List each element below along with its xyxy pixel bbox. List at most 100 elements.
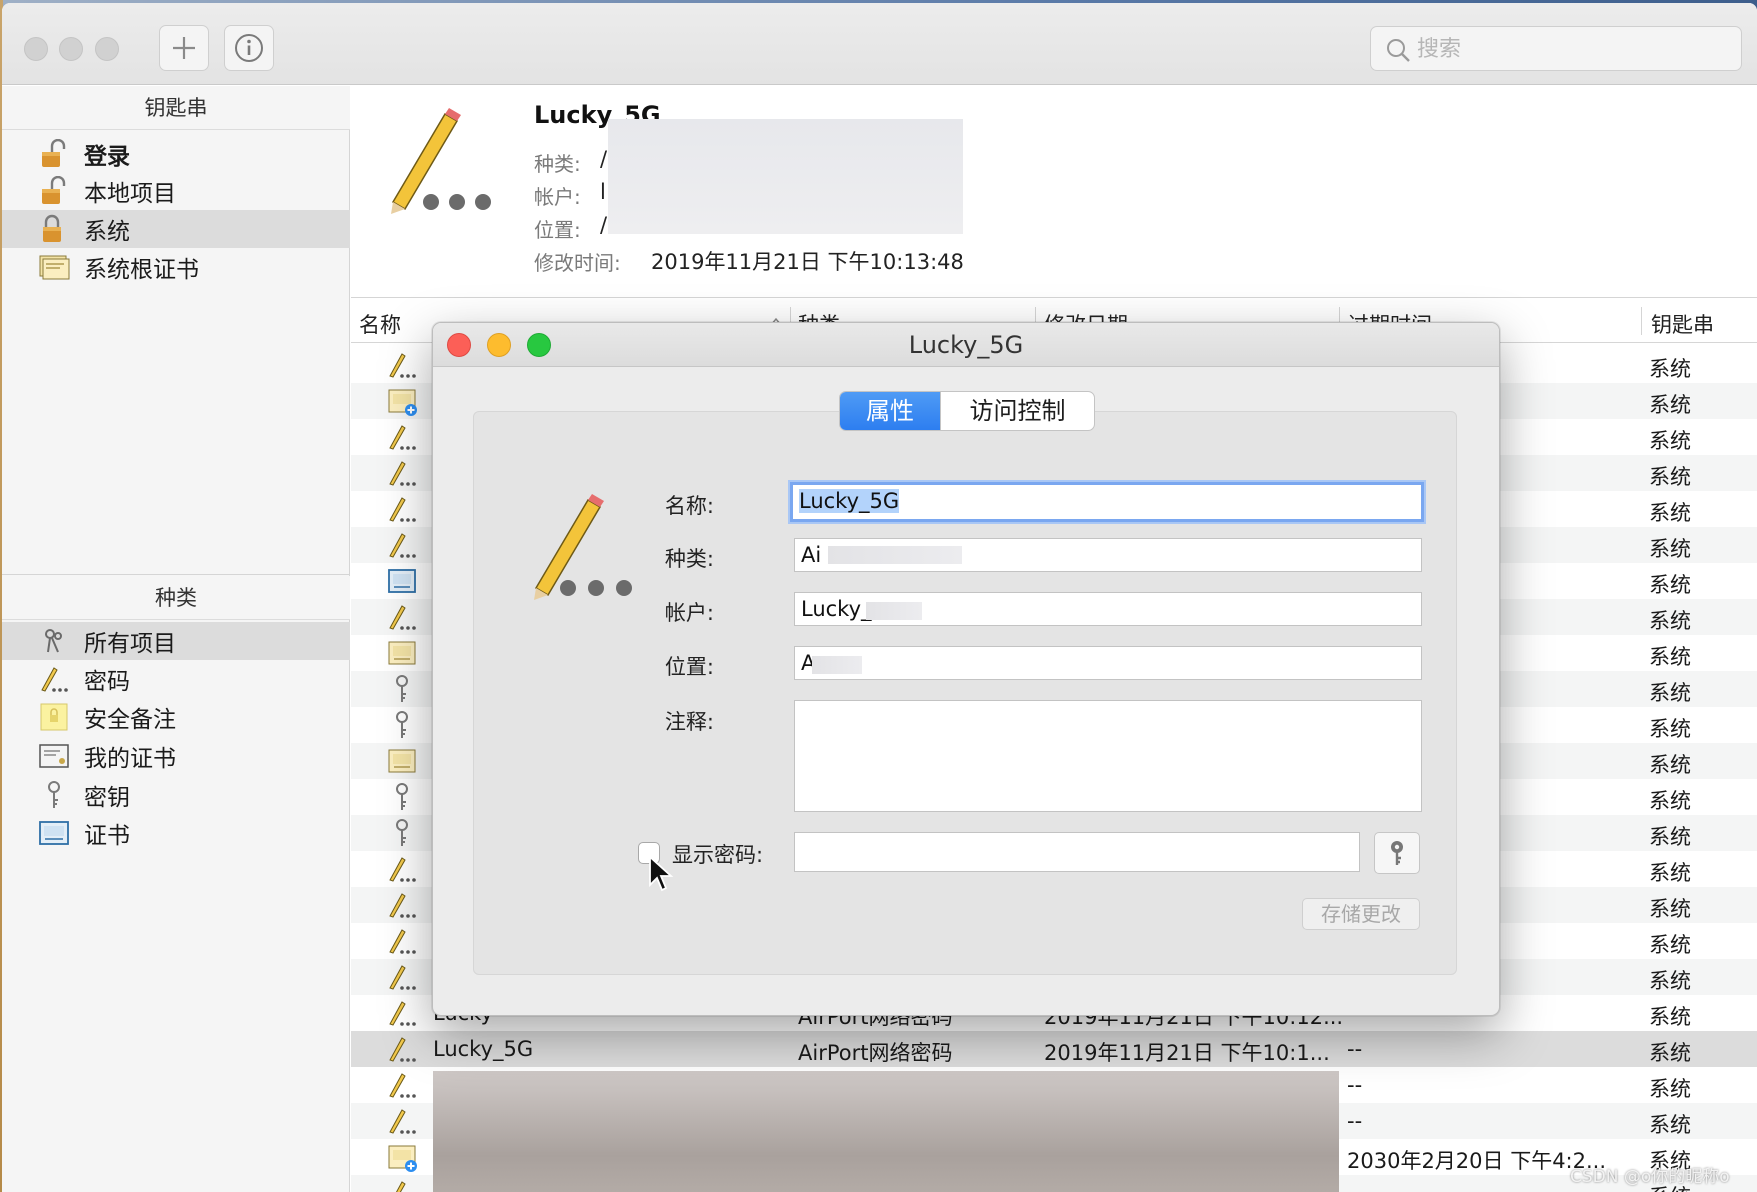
redaction-block [828, 546, 962, 564]
redaction-block [433, 1071, 1339, 1192]
cell-kind: AirPort网络密码 [798, 1041, 953, 1065]
key-icon [1391, 841, 1403, 865]
cell-keychain: 系统 [1649, 1113, 1691, 1137]
cell-keychain: 系统 [1649, 681, 1691, 705]
table-row[interactable]: Lucky_5G AirPort网络密码 2019年11月21日 下午10:1...… [351, 1031, 1757, 1067]
sidebar-item-secure-notes[interactable]: 安全备注 [2, 698, 350, 736]
cell-keychain: 系统 [1649, 537, 1691, 561]
cell-keychain: 系统 [1649, 897, 1691, 921]
password-icon [389, 533, 416, 558]
password-icon [389, 353, 416, 378]
password-assistant-button[interactable] [1374, 832, 1420, 874]
password-icon [389, 1109, 416, 1134]
item-info-dialog: Lucky_5G 名称: Lucky_5G 种类: Ai 帐户: Lucky_ … [432, 322, 1500, 1016]
cell-keychain: 系统 [1649, 501, 1691, 525]
tab-access-control[interactable]: 访问控制 [940, 392, 1094, 430]
info-icon [235, 34, 263, 62]
cell-keychain: 系统 [1649, 969, 1691, 993]
cell-keychain: 系统 [1649, 753, 1691, 777]
cell-keychain: 系统 [1649, 393, 1691, 417]
sidebar-item-all-items[interactable]: 所有项目 [2, 622, 350, 660]
sidebar-item-passwords[interactable]: 密码 [2, 660, 350, 698]
cell-keychain: 系统 [1649, 789, 1691, 813]
sidebar-item-keys[interactable]: 密钥 [2, 776, 350, 814]
key-icon [48, 781, 60, 808]
cell-name: Lucky_5G [433, 1037, 534, 1061]
certificate-plus-icon [388, 1145, 417, 1172]
search-icon [1387, 39, 1410, 62]
cell-keychain: 系统 [1649, 429, 1691, 453]
password-icon [41, 667, 68, 692]
secure-note-icon [40, 703, 68, 731]
window-close-button-inactive[interactable] [24, 37, 48, 61]
sidebar-item-local-items[interactable]: 本地项目 [2, 172, 350, 210]
column-separator[interactable] [1641, 307, 1642, 335]
cell-keychain: 系统 [1649, 861, 1691, 885]
sidebar-divider [2, 574, 350, 575]
certificate-icon [388, 749, 416, 773]
redaction-block [812, 656, 862, 674]
sidebar-item-system[interactable]: 系统 [2, 210, 350, 248]
cell-keychain: 系统 [1649, 465, 1691, 489]
name-field[interactable]: Lucky_5G [790, 482, 1424, 522]
comments-label: 注释: [664, 710, 714, 734]
password-icon [389, 893, 416, 918]
where-label: 位置: [534, 218, 581, 242]
unlocked-padlock-icon [42, 176, 66, 204]
certificate-plus-icon [388, 389, 417, 416]
cell-keychain: 系统 [1649, 573, 1691, 597]
add-item-button[interactable] [159, 25, 209, 71]
column-header-keychain[interactable]: 钥匙串 [1651, 309, 1714, 339]
modified-value: 2019年11月21日 下午10:13:48 [651, 250, 964, 274]
cell-keychain: 系统 [1649, 1041, 1691, 1065]
sidebar-item-my-certificates[interactable]: 我的证书 [2, 737, 350, 775]
modified-label: 修改时间: [534, 251, 621, 275]
certificate-icon [39, 821, 69, 845]
column-header-name[interactable]: 名称 [359, 309, 401, 339]
where-value: / [600, 213, 608, 237]
comments-field[interactable] [794, 700, 1422, 812]
certificate-icon [388, 569, 416, 593]
my-certificate-icon [39, 744, 69, 768]
password-icon [389, 461, 416, 486]
where-label: 位置: [664, 655, 714, 679]
cell-expires: 2030年2月20日 下午4:2... [1347, 1149, 1607, 1173]
attributes-panel: 名称: Lucky_5G 种类: Ai 帐户: Lucky_ 位置: A 注释:… [473, 411, 1457, 975]
certificates-icon [39, 255, 70, 280]
window-minimize-button-inactive[interactable] [59, 37, 83, 61]
password-icon [389, 1001, 416, 1026]
window-zoom-button-inactive[interactable] [95, 37, 119, 61]
sidebar-item-certificates[interactable]: 证书 [2, 814, 350, 852]
tab-bar: 属性 访问控制 [839, 391, 1095, 431]
kind-label: 种类: [534, 152, 581, 176]
account-value: Lucky_ [801, 597, 872, 621]
toolbar [2, 3, 1757, 85]
sidebar-item-label: 安全备注 [84, 707, 176, 733]
cell-keychain: 系统 [1649, 1077, 1691, 1101]
sidebar-item-login[interactable]: 登录 [2, 135, 350, 173]
password-icon [389, 965, 416, 990]
save-changes-button[interactable]: 存储更改 [1302, 898, 1420, 930]
sidebar-item-system-roots[interactable]: 系统根证书 [2, 248, 350, 286]
redaction-block [608, 119, 963, 234]
show-password-label: 显示密码: [672, 843, 764, 867]
dialog-titlebar[interactable]: Lucky_5G [433, 323, 1499, 367]
dialog-title: Lucky_5G [908, 331, 1024, 359]
search-input[interactable] [1417, 33, 1727, 65]
tab-attributes[interactable]: 属性 [840, 392, 940, 430]
where-field[interactable]: A [794, 646, 1422, 680]
kind-value: Ai [801, 543, 822, 567]
cell-keychain: 系统 [1649, 1005, 1691, 1029]
password-field[interactable] [794, 832, 1360, 872]
cell-expires: -- [1347, 1073, 1363, 1097]
cell-keychain: 系统 [1649, 825, 1691, 849]
sidebar: 钥匙串 登录 本地项目 系统 系统根证书 种类 所有项目 密码 安全备注 我的证… [2, 86, 350, 1192]
categories-header: 种类 [2, 576, 350, 620]
account-value: l [600, 180, 606, 204]
get-info-button[interactable] [224, 25, 274, 71]
sidebar-item-label: 所有项目 [84, 631, 176, 657]
cell-keychain: 系统 [1649, 609, 1691, 633]
search-box[interactable] [1370, 26, 1742, 71]
cell-expires: -- [1347, 1037, 1363, 1061]
cell-keychain: 系统 [1649, 645, 1691, 669]
